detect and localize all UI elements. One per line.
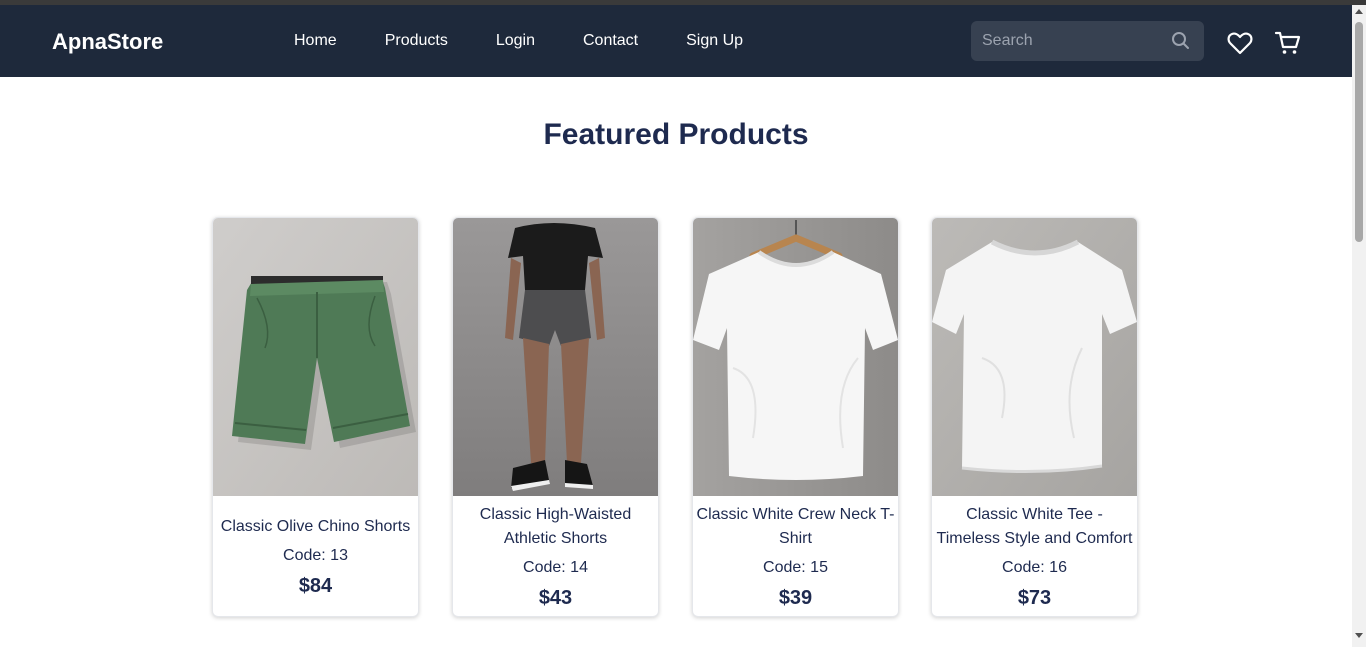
product-name: Classic White Tee - Timeless Style and C… [936, 505, 1133, 547]
navbar: ApnaStore Home Products Login Contact Si… [0, 5, 1352, 77]
product-card[interactable]: Classic White Tee - Timeless Style and C… [931, 217, 1138, 617]
product-name: Classic Olive Chino Shorts [220, 517, 411, 535]
product-price: $84 [298, 574, 333, 597]
brand-logo[interactable]: ApnaStore [52, 29, 163, 55]
product-code: Code: 16 [1002, 558, 1067, 576]
search-box [971, 21, 1204, 61]
nav-login[interactable]: Login [496, 32, 535, 50]
nav-home[interactable]: Home [294, 32, 337, 50]
scrollbar-thumb[interactable] [1355, 22, 1363, 242]
heart-icon[interactable] [1226, 29, 1254, 57]
product-code: Code: 13 [283, 546, 348, 564]
scroll-up-arrow-icon[interactable] [1355, 9, 1363, 14]
product-card[interactable]: Classic Olive Chino Shorts Code: 13 $84 [212, 217, 419, 617]
nav-sign-up[interactable]: Sign Up [686, 32, 743, 50]
product-card[interactable]: Classic High-Waisted Athletic Shorts Cod… [452, 217, 659, 617]
product-name: Classic High-Waisted Athletic Shorts [479, 505, 632, 547]
search-input[interactable] [971, 21, 1166, 61]
nav-products[interactable]: Products [385, 32, 448, 50]
product-info: Classic White Crew Neck T-Shirt Code: 15… [693, 496, 898, 616]
page-title: Featured Products [543, 118, 809, 151]
scroll-down-arrow-icon[interactable] [1355, 633, 1363, 638]
product-info: Classic Olive Chino Shorts Code: 13 $84 [213, 496, 418, 616]
product-image-model-athletic-shorts [453, 218, 658, 496]
search-icon[interactable] [1170, 30, 1192, 52]
product-price: $73 [1017, 586, 1052, 609]
product-card[interactable]: Classic White Crew Neck T-Shirt Code: 15… [692, 217, 899, 617]
nav-contact[interactable]: Contact [583, 32, 638, 50]
product-price: $39 [778, 586, 813, 609]
product-image-white-tee-flat [932, 218, 1137, 496]
cart-icon[interactable] [1274, 29, 1302, 57]
product-info: Classic High-Waisted Athletic Shorts Cod… [453, 496, 658, 616]
vertical-scrollbar[interactable] [1352, 5, 1366, 647]
nav-links: Home Products Login Contact Sign Up [294, 32, 791, 50]
product-name: Classic White Crew Neck T-Shirt [696, 505, 895, 547]
product-image-white-tshirt-on-hanger [693, 218, 898, 496]
product-code: Code: 15 [763, 558, 828, 576]
product-image-olive-chino-shorts [213, 218, 418, 496]
product-info: Classic White Tee - Timeless Style and C… [932, 496, 1137, 616]
product-price: $43 [538, 586, 573, 609]
product-code: Code: 14 [523, 558, 588, 576]
